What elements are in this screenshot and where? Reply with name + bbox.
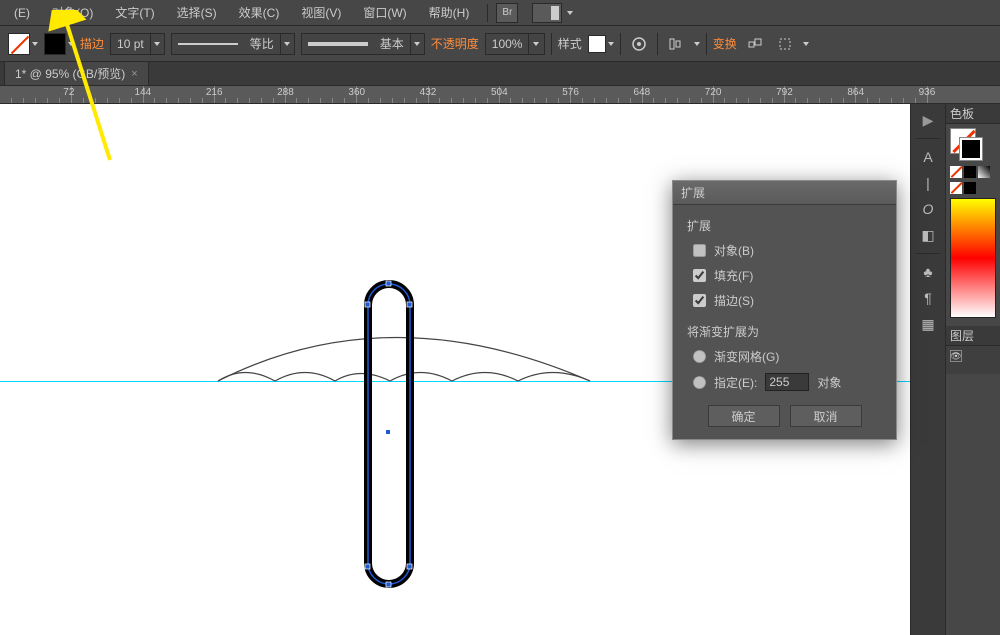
fill-swatch[interactable] [8, 33, 30, 55]
isolate-icon[interactable] [773, 33, 797, 55]
horizontal-ruler[interactable]: 72144216288360432504576648720792864936 [0, 86, 1000, 104]
width-profile-combo[interactable]: 等比 [171, 33, 295, 55]
document-tab[interactable]: 1* @ 95% (GB/预览) × [4, 61, 149, 85]
swatches-tab[interactable]: 色板 [946, 104, 1000, 124]
mesh-radio-row: 渐变网格(G) [693, 348, 882, 365]
style-swatch[interactable] [588, 35, 606, 53]
swatch-gradient[interactable] [978, 166, 990, 178]
tab-close-icon[interactable]: × [131, 68, 137, 80]
stroke-dropdown-icon[interactable] [68, 42, 74, 46]
fill-checkbox[interactable] [693, 269, 706, 282]
menu-select[interactable]: 选择(S) [167, 0, 227, 25]
stroke-label: 描边 [80, 35, 104, 52]
align-icon[interactable] [664, 33, 688, 55]
layout-dropdown-icon[interactable] [567, 11, 573, 15]
stroke-black-thumb[interactable] [960, 138, 982, 160]
layers-tab[interactable]: 图层 [946, 326, 1000, 346]
specify-field [765, 373, 809, 391]
mesh-radio [693, 350, 706, 363]
fill-dropdown-icon[interactable] [32, 42, 38, 46]
transform-link[interactable]: 变换 [713, 35, 737, 52]
menu-text[interactable]: 文字(T) [105, 0, 164, 25]
layout-arrange-icon[interactable] [532, 3, 562, 23]
symbols-panel-icon[interactable]: ♣ [914, 260, 942, 284]
recolor-icon[interactable] [627, 33, 651, 55]
collapse-panel-icon[interactable]: ▶ [914, 108, 942, 132]
object-checkbox [693, 244, 706, 257]
menu-view[interactable]: 视图(V) [291, 0, 351, 25]
menu-help[interactable]: 帮助(H) [419, 0, 480, 25]
separator [657, 33, 658, 55]
right-panels: 色板 图层 👁 [945, 104, 1000, 635]
opacity-combo[interactable]: 100% [485, 33, 545, 55]
menu-separator [487, 4, 488, 22]
specify-radio [693, 376, 706, 389]
opentype-panel-icon[interactable]: O [914, 197, 942, 221]
document-tab-bar: 1* @ 95% (GB/预览) × [0, 62, 1000, 86]
stroke-weight-combo[interactable]: 10 pt [110, 33, 165, 55]
swatches-panel [946, 124, 1000, 322]
color-panel-icon[interactable]: ◧ [914, 223, 942, 247]
separator [551, 33, 552, 55]
tab-title: 1* @ 95% (GB/预览) [15, 65, 125, 82]
style-dropdown-icon[interactable] [608, 42, 614, 46]
separator [620, 33, 621, 55]
dialog-titlebar[interactable]: 扩展 [673, 181, 896, 205]
object-checkbox-row: 对象(B) [693, 242, 882, 259]
menu-window[interactable]: 窗口(W) [353, 0, 416, 25]
swatch-none2[interactable] [950, 182, 962, 194]
menu-bar: (E) 对象(O) 文字(T) 选择(S) 效果(C) 视图(V) 窗口(W) … [0, 0, 1000, 26]
swatch-black[interactable] [964, 166, 976, 178]
control-bar: 描边 10 pt 等比 基本 不透明度 100% 样式 变换 [0, 26, 1000, 62]
cancel-button[interactable]: 取消 [790, 405, 862, 427]
transform-scale-icon[interactable] [743, 33, 767, 55]
bridge-icon[interactable]: Br [496, 3, 518, 23]
dialog-title: 扩展 [681, 184, 705, 201]
artboards-panel-icon[interactable]: ▦ [914, 312, 942, 336]
specify-radio-row: 指定(E): 对象 [693, 373, 882, 391]
brush-definition-combo[interactable]: 基本 [301, 33, 425, 55]
layer-visibility-icon[interactable]: 👁 [950, 350, 962, 362]
separator [706, 33, 707, 55]
panel-icon-strip: ▶ A | O ◧ ♣ ¶ ▦ [910, 104, 945, 635]
character-panel-icon[interactable]: A [914, 145, 942, 169]
stroke-checkbox-row[interactable]: 描边(S) [693, 292, 882, 309]
menu-object[interactable]: 对象(O) [42, 0, 103, 25]
opacity-label: 不透明度 [431, 35, 479, 52]
swatch-registration[interactable] [964, 182, 976, 194]
color-spectrum[interactable] [950, 198, 996, 318]
menu-effect[interactable]: 效果(C) [229, 0, 290, 25]
layers-panel: 👁 [946, 346, 1000, 374]
swatch-none[interactable] [950, 166, 962, 178]
menu-edit[interactable]: (E) [4, 2, 40, 24]
stroke-checkbox[interactable] [693, 294, 706, 307]
mini-swatches-row [950, 166, 996, 178]
expand-dialog: 扩展 扩展 对象(B) 填充(F) 描边(S) 将渐变扩展为 渐变网格(G) [672, 180, 897, 440]
isolate-dropdown-icon[interactable] [803, 42, 809, 46]
mini-swatches-row2 [950, 182, 996, 194]
expand-group-label: 扩展 [687, 217, 882, 234]
paragraph-panel-icon[interactable]: ¶ [914, 286, 942, 310]
fill-checkbox-row[interactable]: 填充(F) [693, 267, 882, 284]
align-dropdown-icon[interactable] [694, 42, 700, 46]
gradient-group-label: 将渐变扩展为 [687, 323, 882, 340]
style-label: 样式 [558, 35, 582, 52]
stroke-swatch[interactable] [44, 33, 66, 55]
stroke-panel-icon[interactable]: | [914, 171, 942, 195]
ok-button[interactable]: 确定 [708, 405, 780, 427]
